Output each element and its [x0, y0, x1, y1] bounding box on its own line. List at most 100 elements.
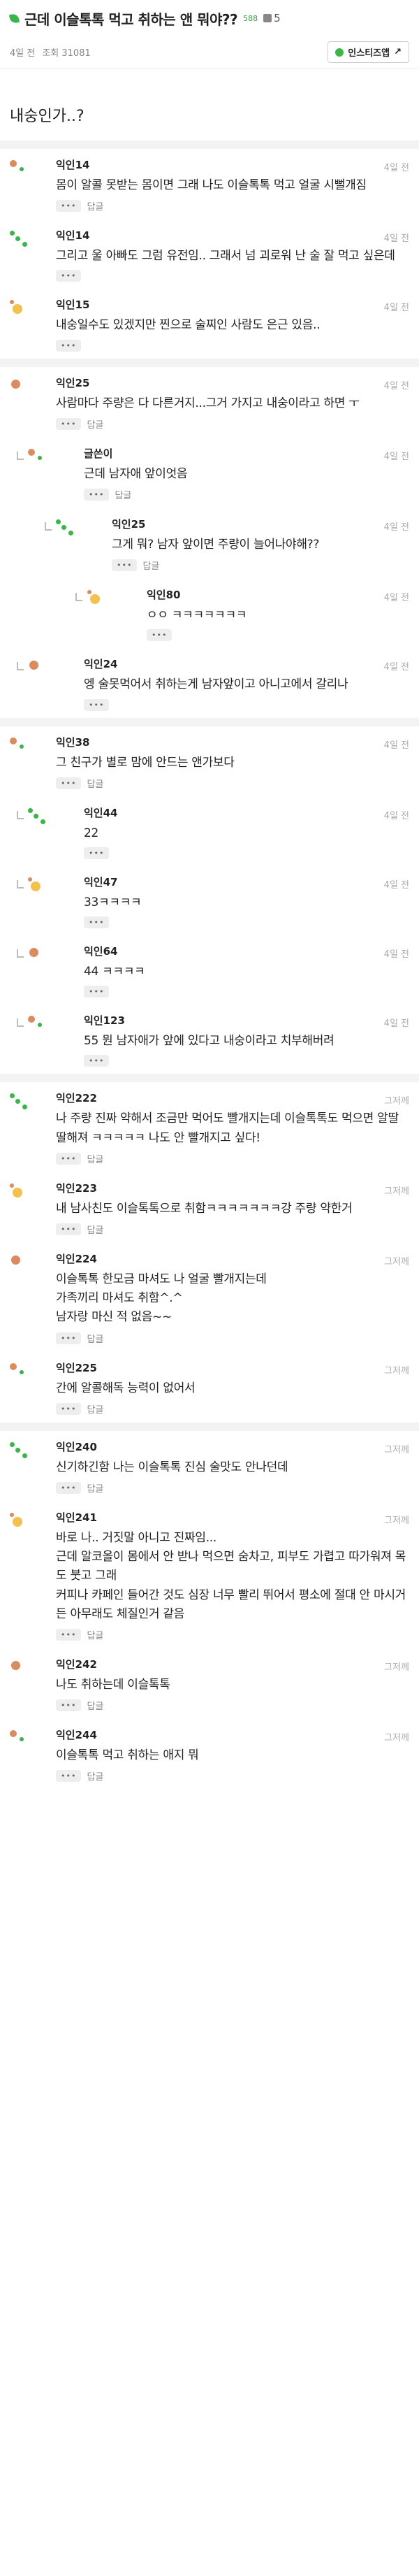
- reply-button[interactable]: 답글: [87, 1699, 103, 1712]
- section-divider: [0, 1074, 419, 1083]
- comment-date: 4일 전: [383, 233, 409, 245]
- avatar-dot: [28, 807, 33, 813]
- comment-actions: •••: [84, 1055, 409, 1067]
- comment-date: 그저께: [384, 1662, 409, 1673]
- more-button[interactable]: •••: [56, 1402, 82, 1415]
- more-button[interactable]: •••: [84, 1055, 110, 1067]
- avatar-dot: [10, 737, 17, 744]
- more-button[interactable]: •••: [56, 1628, 82, 1641]
- reply-button[interactable]: 답글: [87, 1402, 103, 1416]
- reply-button[interactable]: 답글: [87, 199, 103, 213]
- avatar-dot: [10, 231, 15, 236]
- comment-date: 그저께: [384, 1444, 409, 1455]
- reply-button[interactable]: 답글: [87, 1152, 103, 1165]
- comment-actions: ••• 답글: [56, 1628, 409, 1641]
- avatar-dot: [11, 1660, 20, 1670]
- more-button[interactable]: •••: [56, 1152, 82, 1165]
- avatar-dot: [28, 1016, 35, 1023]
- comment-text: 55 뭔 남자애가 앞에 있다고 내숭이라고 치부해버려: [84, 1034, 335, 1049]
- more-button[interactable]: •••: [56, 1481, 82, 1494]
- more-button[interactable]: •••: [56, 777, 82, 789]
- section-divider: [0, 1422, 419, 1431]
- comment-actions: ••• 답글: [56, 199, 409, 213]
- comment-text: 바로 나.. 거짓말 아니고 진짜임... 근데 알코올이 몸에서 안 받나 먹으…: [56, 1530, 406, 1621]
- reply-indent-icon: [17, 662, 24, 671]
- reply-button[interactable]: 답글: [87, 1769, 103, 1783]
- reply-button[interactable]: 답글: [87, 1481, 103, 1495]
- more-button[interactable]: •••: [84, 986, 110, 998]
- avatar: [10, 1512, 43, 1546]
- reply-button[interactable]: 답글: [87, 1628, 103, 1641]
- avatar-dot: [22, 242, 27, 247]
- comment: 익인80 4일 전 ㅇㅇ ㅋㅋㅋㅋㅋㅋㅋ •••: [0, 579, 419, 648]
- avatar-dot: [10, 1441, 15, 1447]
- avatar: [28, 448, 61, 482]
- comment-actions: •••: [147, 629, 409, 642]
- reply-button[interactable]: 답글: [142, 559, 159, 572]
- more-button[interactable]: •••: [56, 417, 82, 430]
- avatar: [10, 1660, 43, 1693]
- reply-button[interactable]: 답글: [87, 777, 103, 790]
- comment: 익인225 그저께 간에 알콜해독 능력이 없어서 ••• 답글: [0, 1352, 419, 1423]
- avatar-dot: [11, 1255, 20, 1265]
- comment-text: 사람마다 주량은 다 다른거지...그거 가지고 내숭이라고 하면 ㅜ: [56, 396, 360, 410]
- comment-actions: •••: [84, 916, 409, 929]
- reply-indent-icon: [17, 949, 24, 958]
- more-button[interactable]: •••: [56, 339, 82, 352]
- comment: 익인15 4일 전 내숭일수도 있겠지만 찐으로 술찌인 사람도 은근 있음.. ••…: [0, 289, 419, 358]
- post-title: 근데 이슬톡톡 먹고 취하는 앤 뭐야??: [24, 10, 238, 28]
- reply-indent-icon: [75, 593, 82, 602]
- comment: 익인24 4일 전엥 술못먹어서 취하는게 남자앞이고 아니고에서 갈리나 •••: [0, 648, 419, 717]
- more-button[interactable]: •••: [84, 488, 110, 501]
- avatar: [10, 1730, 43, 1764]
- more-button[interactable]: •••: [56, 200, 82, 213]
- instiz-app-button[interactable]: 인스티즈앱 ↗: [328, 41, 409, 63]
- more-button[interactable]: •••: [147, 629, 172, 642]
- comment-actions: ••• 답글: [56, 1699, 409, 1712]
- more-button[interactable]: •••: [56, 1223, 82, 1235]
- comment-text: 몸이 알콜 못받는 몸이면 그래 나도 이슬톡톡 먹고 얼굴 시뻘개짐: [56, 178, 367, 192]
- comment-actions: •••: [56, 339, 409, 352]
- avatar-dot: [68, 530, 73, 535]
- more-button[interactable]: •••: [84, 916, 110, 929]
- more-button[interactable]: •••: [84, 847, 110, 859]
- more-button[interactable]: •••: [56, 1332, 82, 1344]
- comment-date: 4일 전: [383, 740, 409, 751]
- comment-actions: ••• 답글: [84, 488, 409, 501]
- comment-author: 익인44: [84, 806, 118, 819]
- avatar-dot: [90, 594, 100, 605]
- avatar: [10, 160, 43, 194]
- reply-indent-icon: [17, 451, 24, 460]
- comment: 익인44 4일 전 22 •••: [0, 797, 419, 866]
- comment-date: 그저께: [384, 1186, 409, 1197]
- reply-button[interactable]: 답글: [87, 1332, 103, 1345]
- comment-date: 4일 전: [383, 303, 409, 314]
- avatar-dot: [22, 1104, 27, 1110]
- comment-text: 간에 알콜해독 능력이 없어서: [56, 1381, 196, 1395]
- more-button[interactable]: •••: [84, 698, 110, 711]
- comment: 익인242 그저께 나도 취하는데 이슬톡톡 ••• 답글: [0, 1648, 419, 1719]
- comment-author: 익인80: [147, 589, 181, 602]
- avatar-dot: [13, 1187, 22, 1197]
- reply-button[interactable]: 답글: [87, 417, 103, 431]
- avatar: [10, 1093, 43, 1127]
- avatar-dot: [15, 236, 20, 242]
- reply-button[interactable]: 답글: [87, 1223, 103, 1236]
- more-button[interactable]: •••: [112, 559, 138, 572]
- avatar-dot: [28, 448, 35, 456]
- more-button[interactable]: •••: [56, 1770, 82, 1783]
- comment-date: 그저께: [384, 1733, 409, 1744]
- comment: 익인244 그저께 이슬톡톡 먹고 취하는 애지 뭐 ••• 답글: [0, 1719, 419, 1790]
- more-button[interactable]: •••: [56, 270, 82, 282]
- like-button[interactable]: 5: [263, 12, 281, 24]
- comment-actions: •••: [84, 698, 409, 711]
- comment-text: 내숭일수도 있겠지만 찐으로 술찌인 사람도 은근 있음..: [56, 318, 321, 333]
- more-button[interactable]: •••: [56, 1699, 82, 1712]
- comment-date: 4일 전: [383, 662, 409, 673]
- avatar-dot: [10, 300, 14, 305]
- comment-author: 익인225: [56, 1361, 97, 1374]
- reply-button[interactable]: 답글: [115, 488, 131, 501]
- avatar-dot: [11, 379, 20, 389]
- thumbs-up-icon: [263, 14, 272, 22]
- post-time: 4일 전: [10, 48, 36, 59]
